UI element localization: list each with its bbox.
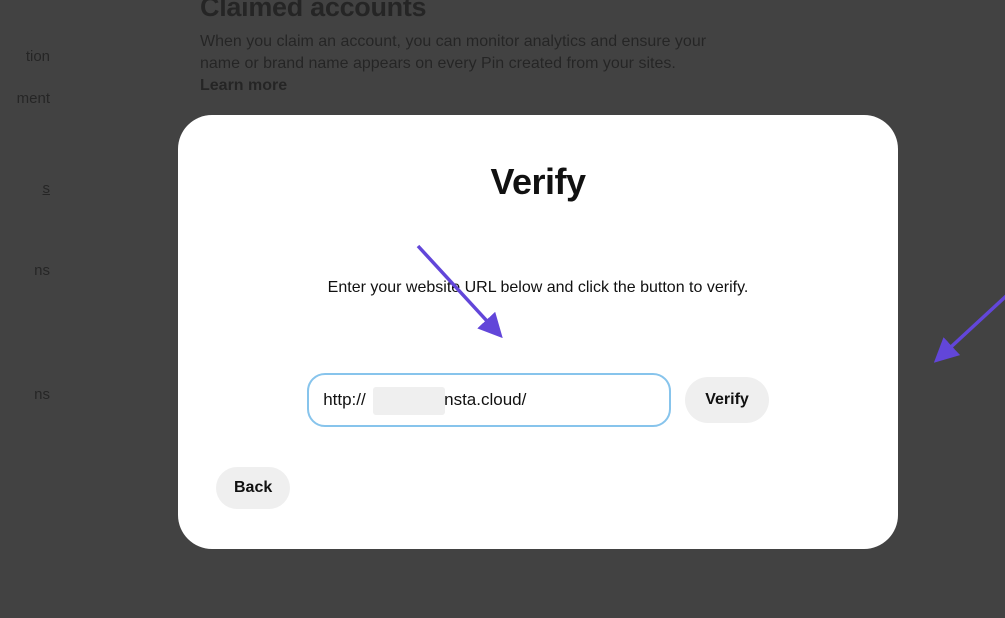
verify-button[interactable]: Verify — [685, 377, 769, 423]
annotation-arrow-left — [410, 238, 525, 348]
redaction-patch — [373, 387, 445, 415]
back-button[interactable]: Back — [216, 467, 290, 509]
verify-modal: Verify Enter your website URL below and … — [178, 115, 898, 549]
modal-subtitle: Enter your website URL below and click t… — [206, 279, 870, 297]
website-url-field-wrap[interactable] — [307, 373, 671, 427]
annotation-arrow-right — [915, 278, 1005, 373]
modal-title: Verify — [206, 161, 870, 203]
